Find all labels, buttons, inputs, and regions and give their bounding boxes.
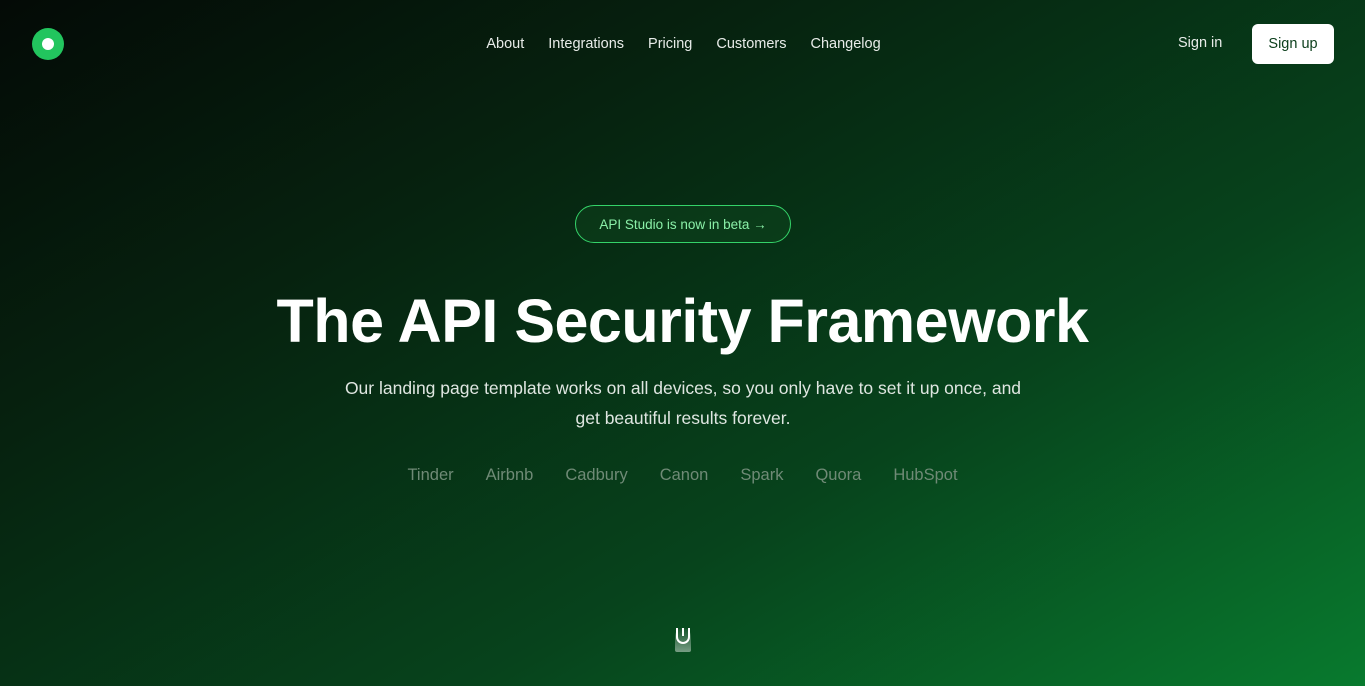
nav-customers-link[interactable]: Customers: [716, 35, 786, 53]
brand-logo-canon: Canon: [659, 466, 709, 484]
scroll-mouse-icon[interactable]: [675, 628, 691, 652]
nav-integrations-link[interactable]: Integrations: [548, 35, 624, 53]
brand-logo-spark: Spark: [740, 466, 784, 484]
nav-about-link[interactable]: About: [486, 35, 524, 53]
scroll-indicator-icon: [676, 628, 690, 644]
sign-up-button[interactable]: Sign up: [1252, 24, 1334, 64]
brand-logo-hubspot: HubSpot: [893, 466, 958, 484]
brand-logo-cadbury: Cadbury: [565, 466, 628, 484]
brand-logo-quora: Quora: [815, 466, 862, 484]
brand-logo-tinder: Tinder: [407, 466, 454, 484]
nav-pricing-link[interactable]: Pricing: [648, 35, 692, 53]
hero-subtitle: Our landing page template works on all d…: [344, 378, 1022, 428]
sign-in-link[interactable]: Sign in: [1178, 35, 1222, 51]
beta-announcement-badge[interactable]: API Studio is now in beta →: [575, 205, 791, 243]
nav-changelog-link[interactable]: Changelog: [810, 35, 880, 53]
brand-logos: Tinder Airbnb Cadbury Canon Spark Quora …: [0, 466, 1365, 485]
hero-title: The API Security Framework: [276, 287, 1089, 355]
main-nav: About Integrations Pricing Customers Cha…: [0, 35, 1365, 53]
brand-logo-airbnb: Airbnb: [485, 466, 534, 484]
